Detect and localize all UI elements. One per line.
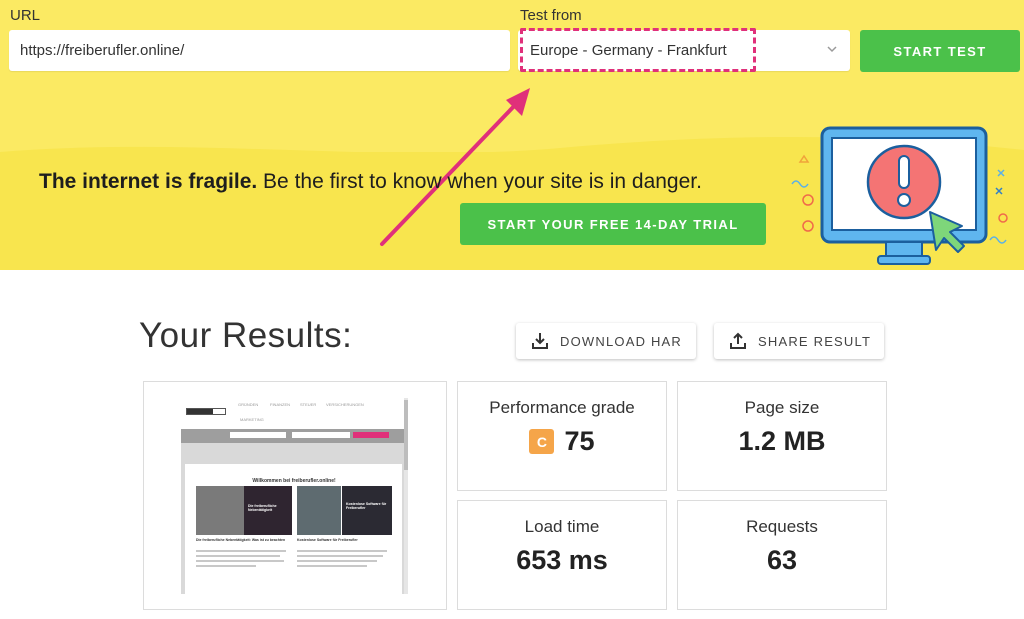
promo-headline-bold: The internet is fragile. — [39, 170, 258, 193]
thumbnail-image — [297, 486, 341, 535]
thumbnail-text-line — [196, 565, 256, 567]
location-select-value: Europe - Germany - Frankfurt — [530, 42, 727, 59]
thumbnail-text-line — [297, 565, 367, 567]
monitor-alert-illustration — [791, 126, 1008, 265]
thumbnail-nav-item: STEUER — [300, 402, 317, 407]
thumbnail-image — [342, 486, 392, 535]
promo-headline-rest: Be the first to know when your site is i… — [257, 170, 702, 193]
requests-value: 63 — [766, 545, 798, 575]
thumbnail-search-button — [353, 432, 389, 438]
grade-badge: C — [529, 429, 555, 454]
start-test-button[interactable]: START TEST — [860, 30, 1020, 72]
url-label: URL — [10, 7, 41, 24]
page-screenshot-thumbnail: GRÜNDEN FINANZEN STEUER VERSICHERUNGEN M… — [180, 398, 408, 594]
page-size-card: Page size 1.2 MB — [677, 381, 887, 491]
thumbnail-caption: Die freiberufliche Nebentätigkeit: Was i… — [196, 538, 286, 542]
load-time-value: 653 ms — [516, 545, 608, 575]
requests-card: Requests 63 — [677, 500, 887, 610]
promo-headline: The internet is fragile. Be the first to… — [39, 170, 702, 194]
thumbnail-nav-item: VERSICHERUNGEN — [326, 402, 364, 407]
thumbnail-image-text: Kostenlose Software für Freiberufler — [346, 502, 387, 510]
chevron-down-icon — [827, 46, 837, 53]
test-from-label: Test from — [520, 7, 582, 24]
thumbnail-image-text: Die freiberufliche Nebentätigkeit — [248, 504, 277, 512]
thumbnail-caption: Kostenlose Software für Freiberufler — [297, 538, 358, 542]
thumbnail-text-line — [196, 550, 286, 552]
thumbnail-text-line — [196, 555, 280, 557]
load-time-card: Load time 653 ms — [457, 500, 667, 610]
page-size-label: Page size — [744, 398, 820, 417]
load-time-label: Load time — [524, 517, 600, 536]
free-trial-button[interactable]: START YOUR FREE 14-DAY TRIAL — [460, 203, 766, 245]
performance-grade-row: C 75 — [458, 426, 666, 457]
thumbnail-search-field — [292, 432, 350, 438]
location-select[interactable]: Europe - Germany - Frankfurt — [518, 30, 850, 71]
download-har-label: DOWNLOAD HAR — [560, 333, 683, 349]
share-result-label: SHARE RESULT — [758, 333, 872, 349]
thumbnail-text-line — [297, 550, 387, 552]
results-title: Your Results: — [139, 316, 353, 355]
share-icon — [730, 332, 746, 349]
performance-grade-label: Performance grade — [489, 398, 635, 417]
performance-grade-value: 75 — [564, 426, 595, 456]
performance-grade-card: Performance grade C 75 — [457, 381, 667, 491]
url-input[interactable] — [9, 30, 510, 71]
thumbnail-text-line — [297, 560, 377, 562]
share-result-button[interactable]: SHARE RESULT — [714, 323, 884, 359]
download-har-button[interactable]: DOWNLOAD HAR — [516, 323, 696, 359]
thumbnail-text-line — [196, 560, 284, 562]
thumbnail-scrollbar-thumb — [404, 400, 408, 470]
thumbnail-text-line — [297, 555, 383, 557]
thumbnail-search-field — [230, 432, 286, 438]
requests-label: Requests — [746, 517, 818, 536]
thumbnail-heading: Willkommen bei freiberufler.online! — [252, 478, 336, 484]
thumbnail-logo — [186, 408, 226, 415]
thumbnail-nav-item: FINANZEN — [270, 402, 290, 407]
thumbnail-image — [196, 486, 244, 535]
download-icon — [532, 333, 548, 349]
page-size-value: 1.2 MB — [738, 426, 826, 456]
thumbnail-nav-item: MARKETING — [240, 417, 264, 422]
thumbnail-nav-item: GRÜNDEN — [238, 402, 259, 407]
